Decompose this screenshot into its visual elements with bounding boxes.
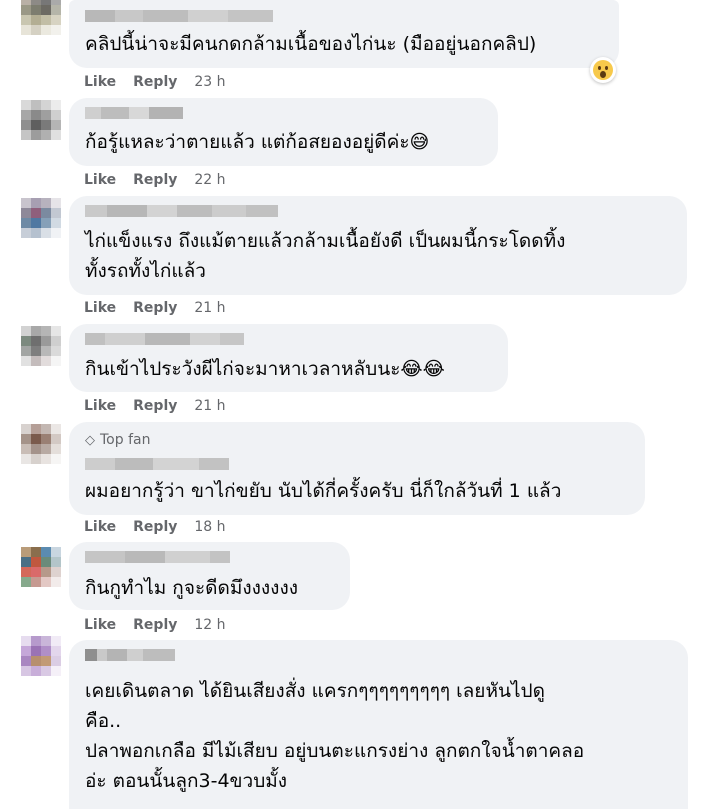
comment-text: ไก่แข็งแรง ถึงแม้ตายแล้วกล้ามเนื้อยังดี … [85, 230, 566, 282]
author-name-blurred[interactable] [85, 551, 230, 563]
comment-bubble: กินเข้าไประวังผีไก่จะมาหาเวลาหลับนะ😂😂 [69, 324, 508, 392]
top-fan-badge: ◇ Top fan [85, 432, 151, 448]
avatar[interactable] [21, 424, 61, 464]
author-name-blurred[interactable] [85, 458, 229, 470]
like-button[interactable]: Like [84, 300, 116, 316]
like-button[interactable]: Like [84, 519, 116, 535]
reply-button[interactable]: Reply [133, 617, 177, 633]
comment-text: กินกูทำไม กูจะดีดมึงงงงงง [85, 577, 299, 599]
author-name-blurred[interactable] [85, 333, 244, 345]
timestamp[interactable]: 18 h [194, 519, 225, 535]
comment-bubble: กินกูทำไม กูจะดีดมึงงงงงง [69, 542, 350, 610]
author-name-blurred[interactable] [85, 205, 278, 217]
comment-actions: Like Reply 12 h [84, 617, 243, 633]
comment-text: เคยเดินตลาด ได้ยินเสียงสั่ง แครกๆๆๆๆๆๆๆๆ… [85, 680, 585, 792]
diamond-icon: ◇ [85, 433, 95, 448]
like-button[interactable]: Like [84, 74, 116, 90]
avatar[interactable] [21, 326, 61, 366]
comment-actions: Like Reply 21 h [84, 300, 243, 316]
comment-text: กินเข้าไประวังผีไก่จะมาหาเวลาหลับนะ😂😂 [85, 358, 445, 380]
reply-button[interactable]: Reply [133, 519, 177, 535]
comment-text: คลิปนี้น่าจะมีคนกดกล้ามเนื้อของไก่นะ (มื… [85, 33, 537, 55]
timestamp[interactable]: 12 h [194, 617, 225, 633]
timestamp[interactable]: 21 h [194, 398, 225, 414]
avatar[interactable] [21, 636, 61, 676]
comment-text: ผมอยากรู้ว่า ขาไก่ขยับ นับได้กี่ครั้งครั… [85, 480, 562, 502]
avatar[interactable] [21, 0, 61, 35]
timestamp[interactable]: 21 h [194, 300, 225, 316]
author-name-blurred[interactable] [85, 649, 175, 661]
comment-text: ก้อรู้แหละว่าตายแล้ว แต่ก้อสยองอยู่ดีค่ะ… [85, 131, 430, 153]
comment-actions: Like Reply 23 h [84, 74, 243, 90]
avatar[interactable] [21, 100, 61, 140]
comment-bubble: ก้อรู้แหละว่าตายแล้ว แต่ก้อสยองอยู่ดีค่ะ… [69, 98, 498, 166]
timestamp[interactable]: 23 h [194, 74, 225, 90]
reply-button[interactable]: Reply [133, 300, 177, 316]
avatar[interactable] [21, 547, 61, 587]
comment-actions: Like Reply 21 h [84, 398, 243, 414]
reply-button[interactable]: Reply [133, 74, 177, 90]
avatar[interactable] [21, 198, 61, 238]
comment-actions: Like Reply 22 h [84, 172, 243, 188]
wow-reaction-icon[interactable] [590, 57, 616, 83]
comment-bubble: ◇ Top fan ผมอยากรู้ว่า ขาไก่ขยับ นับได้กี… [69, 422, 645, 515]
comment-bubble: ไก่แข็งแรง ถึงแม้ตายแล้วกล้ามเนื้อยังดี … [69, 196, 687, 295]
comment-bubble: เคยเดินตลาด ได้ยินเสียงสั่ง แครกๆๆๆๆๆๆๆๆ… [69, 640, 688, 809]
timestamp[interactable]: 22 h [194, 172, 225, 188]
author-name-blurred[interactable] [85, 107, 183, 119]
author-name-blurred[interactable] [85, 10, 273, 22]
like-button[interactable]: Like [84, 172, 116, 188]
like-button[interactable]: Like [84, 398, 116, 414]
comment-actions: Like Reply 18 h [84, 519, 243, 535]
comment-bubble: คลิปนี้น่าจะมีคนกดกล้ามเนื้อของไก่นะ (มื… [69, 0, 619, 68]
reply-button[interactable]: Reply [133, 172, 177, 188]
reply-button[interactable]: Reply [133, 398, 177, 414]
like-button[interactable]: Like [84, 617, 116, 633]
